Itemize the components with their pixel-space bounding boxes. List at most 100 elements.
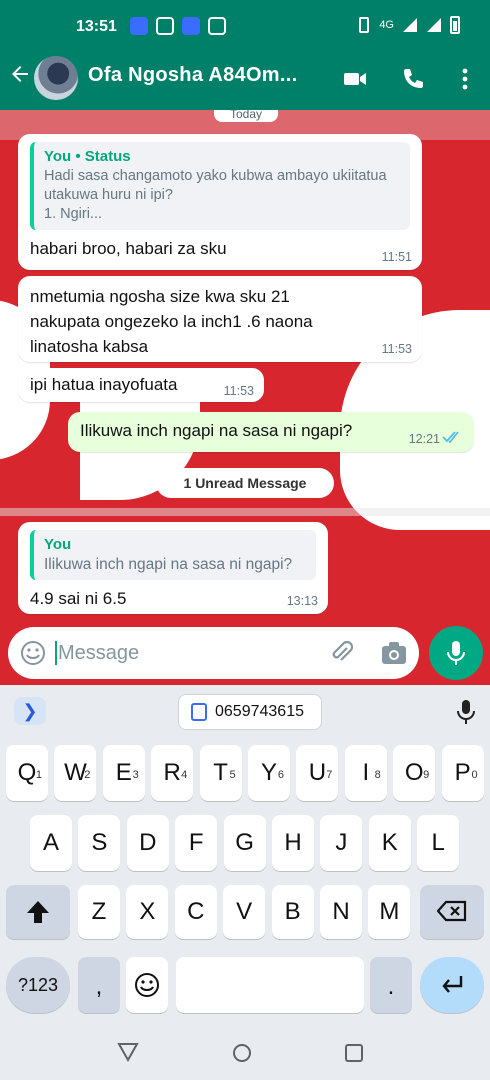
- key-i[interactable]: 8I: [344, 745, 387, 801]
- key-n[interactable]: N: [320, 885, 362, 939]
- message-time: 12:21: [408, 432, 440, 446]
- key-letter: Y: [260, 759, 277, 786]
- key-h[interactable]: H: [272, 815, 314, 871]
- contact-avatar[interactable]: [34, 56, 78, 100]
- contact-name[interactable]: Ofa Ngosha A84Om...: [88, 64, 297, 87]
- message-text: Ilikuwa inch ngapi na sasa ni ngapi?: [80, 421, 353, 440]
- quote-text: Hadi sasa changamoto yako kubwa ambayo u…: [44, 168, 387, 222]
- key-d[interactable]: D: [126, 815, 169, 871]
- message-text: nmetumia ngosha size kwa sku 21 nakupata…: [30, 287, 313, 356]
- symbols-key[interactable]: ?123: [6, 957, 70, 1013]
- key-j[interactable]: J: [320, 815, 363, 871]
- message-time: 11:51: [381, 250, 412, 264]
- signal-icon-2: [427, 18, 441, 32]
- incoming-message[interactable]: ipi hatua inayofuata 11:53: [18, 368, 264, 402]
- key-l[interactable]: L: [417, 815, 460, 871]
- key-w[interactable]: 2W: [54, 745, 97, 801]
- key-p[interactable]: 0P: [441, 745, 484, 801]
- emoji-key[interactable]: [126, 957, 168, 1013]
- keyboard-mic-icon[interactable]: [456, 699, 476, 725]
- message-text: ipi hatua inayofuata: [30, 375, 178, 394]
- nav-home-icon[interactable]: [231, 1042, 253, 1064]
- incoming-message[interactable]: You Ilikuwa inch ngapi na sasa ni ngapi?…: [18, 522, 328, 614]
- key-number-hint: 4: [181, 769, 188, 781]
- instagram-icon: [156, 17, 174, 35]
- quoted-reply[interactable]: You • Status Hadi sasa changamoto yako k…: [30, 142, 410, 230]
- key-s[interactable]: S: [78, 815, 121, 871]
- paperclip-icon[interactable]: [328, 639, 356, 667]
- key-e[interactable]: 3E: [102, 745, 145, 801]
- app-notification-icon: [130, 17, 148, 35]
- key-z[interactable]: Z: [78, 885, 120, 939]
- clipboard-suggestion[interactable]: 0659743615: [178, 694, 322, 730]
- nav-recents-icon[interactable]: [344, 1043, 364, 1063]
- key-letter: T: [213, 759, 228, 786]
- message-input-bar[interactable]: Message: [8, 627, 419, 679]
- key-number-hint: 3: [132, 769, 139, 781]
- clipboard-text: 0659743615: [215, 703, 304, 720]
- key-x[interactable]: X: [126, 885, 169, 939]
- key-y[interactable]: 6Y: [248, 745, 290, 801]
- key-r[interactable]: 4R: [151, 745, 194, 801]
- more-vert-icon[interactable]: [452, 66, 478, 92]
- status-time: 13:51: [76, 18, 117, 35]
- period-key[interactable]: .: [370, 957, 412, 1013]
- chat-area[interactable]: Today You • Status Hadi sasa changamoto …: [0, 110, 490, 685]
- outgoing-message[interactable]: Ilikuwa inch ngapi na sasa ni ngapi? 12:…: [68, 412, 474, 452]
- key-letter: Q: [17, 759, 37, 786]
- key-u[interactable]: 7U: [296, 745, 339, 801]
- message-time: 11:53: [223, 384, 254, 398]
- message-time: 11:53: [381, 342, 412, 356]
- key-b[interactable]: B: [271, 885, 314, 939]
- key-t[interactable]: 5T: [199, 745, 242, 801]
- enter-icon: [442, 976, 463, 993]
- chevron-right-icon[interactable]: ❯: [14, 697, 46, 725]
- phone-icon[interactable]: [400, 66, 426, 92]
- key-number-hint: 9: [423, 769, 430, 781]
- message-text: 4.9 sai ni 6.5: [30, 589, 127, 608]
- status-notification-icons: [130, 17, 226, 35]
- status-system-icons: 4G: [357, 16, 460, 34]
- key-o[interactable]: 9O: [393, 745, 436, 801]
- shift-icon: [27, 901, 49, 923]
- comma-key[interactable]: ,: [78, 957, 120, 1013]
- space-key[interactable]: [176, 957, 364, 1013]
- unread-divider: 1 Unread Message: [156, 468, 334, 498]
- key-k[interactable]: K: [368, 815, 411, 871]
- key-letter: I: [362, 759, 370, 786]
- double-check-icon: [442, 431, 459, 443]
- key-letter: P: [454, 759, 471, 786]
- key-f[interactable]: F: [175, 815, 218, 871]
- backspace-key[interactable]: [420, 885, 484, 939]
- key-number-hint: 2: [84, 769, 91, 781]
- clipboard-icon: [191, 703, 207, 721]
- key-number-hint: 8: [374, 769, 381, 781]
- key-v[interactable]: V: [223, 885, 266, 939]
- message-time: 13:13: [286, 594, 318, 608]
- key-g[interactable]: G: [223, 815, 266, 871]
- nav-back-icon[interactable]: [117, 1042, 139, 1062]
- key-number-hint: 5: [229, 769, 236, 781]
- key-c[interactable]: C: [174, 885, 217, 939]
- backspace-icon: [436, 900, 467, 922]
- camera-icon[interactable]: [380, 640, 408, 666]
- incoming-message[interactable]: nmetumia ngosha size kwa sku 21 nakupata…: [18, 276, 422, 362]
- emoji-icon: [135, 973, 159, 997]
- key-m[interactable]: M: [368, 885, 411, 939]
- video-camera-icon[interactable]: [342, 66, 368, 92]
- arrow-left-icon[interactable]: [6, 62, 34, 90]
- enter-key[interactable]: [420, 957, 484, 1013]
- chat-header: Ofa Ngosha A84Om...: [0, 52, 490, 110]
- mic-icon: [447, 641, 465, 665]
- key-letter: R: [163, 759, 181, 786]
- key-a[interactable]: A: [30, 815, 72, 871]
- gmail-icon: [208, 17, 226, 35]
- message-input[interactable]: Message: [58, 642, 139, 665]
- quoted-reply[interactable]: You Ilikuwa inch ngapi na sasa ni ngapi?: [30, 530, 316, 580]
- key-q[interactable]: 1Q: [6, 745, 48, 801]
- shift-key[interactable]: [6, 885, 70, 939]
- status-bar: 13:51 4G: [0, 0, 490, 52]
- incoming-message[interactable]: You • Status Hadi sasa changamoto yako k…: [18, 134, 422, 270]
- emoji-icon[interactable]: [20, 640, 46, 666]
- voice-message-button[interactable]: [429, 626, 483, 680]
